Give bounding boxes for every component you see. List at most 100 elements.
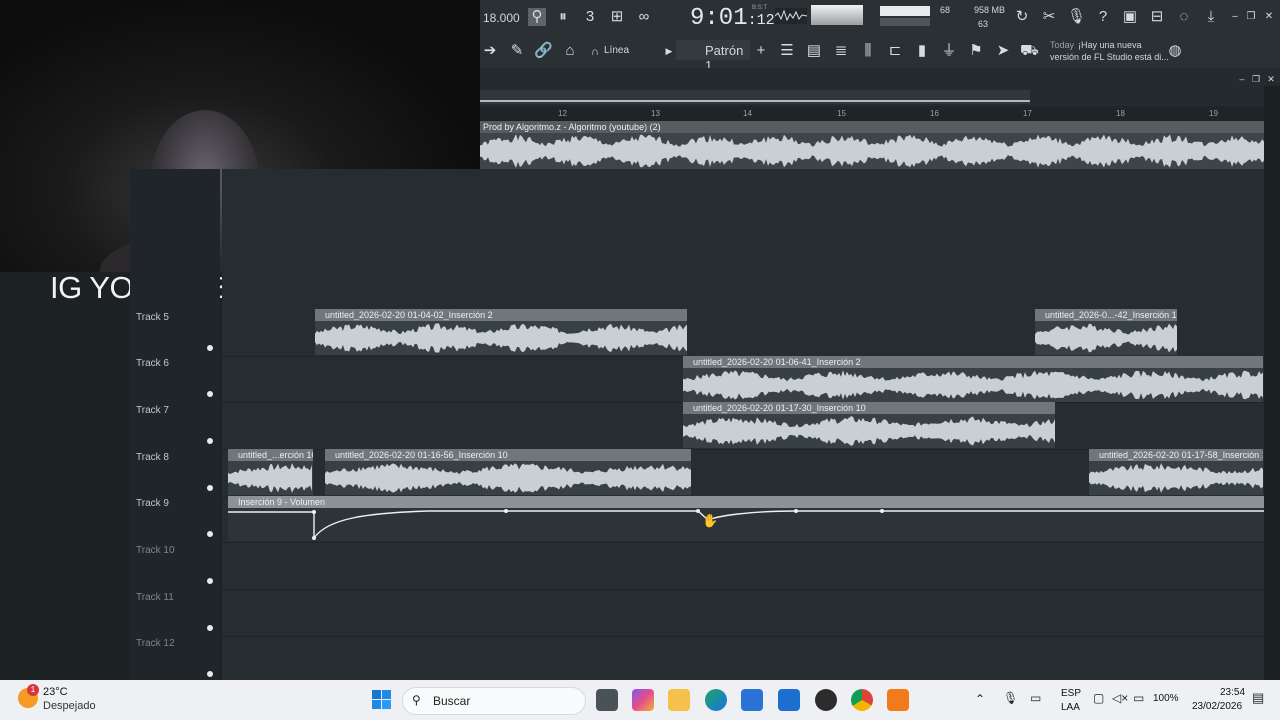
edge-icon[interactable]	[705, 689, 727, 711]
snap-mode[interactable]: Línea	[604, 45, 629, 56]
waveform	[1035, 323, 1177, 353]
timeline-ruler[interactable]: 12 13 14 15 16 17 18 19	[480, 106, 1264, 120]
audio-clip[interactable]: untitled_2026-0...-42_Inserción 10	[1035, 309, 1177, 355]
audio-clip[interactable]: untitled_2026-02-20 01-06-41_Inserción 2	[683, 356, 1263, 402]
audio-clip[interactable]: untitled_2026-02-20 01-17-58_Inserción 1…	[1089, 449, 1263, 495]
step-edit-icon[interactable]: ⊞	[608, 8, 626, 26]
project-icon[interactable]: ▮	[913, 42, 931, 60]
track-led[interactable]	[207, 578, 213, 584]
track-label[interactable]: Track 6	[136, 358, 169, 369]
microphone-icon[interactable]: 🎙	[1067, 8, 1086, 26]
battery-icon[interactable]: ▭	[1133, 691, 1144, 705]
restore-icon[interactable]: ❐	[1242, 8, 1260, 26]
clip-header: untitled_...erción 10	[228, 449, 313, 461]
track-label[interactable]: Track 11	[136, 592, 174, 603]
file-explorer-icon[interactable]	[668, 689, 690, 711]
weather-temp[interactable]: 23°C	[43, 686, 68, 698]
track-lane[interactable]	[222, 636, 1264, 683]
automation-curve[interactable]	[228, 508, 1264, 541]
track-lane[interactable]	[222, 543, 1264, 590]
playlist-icon[interactable]: ☰	[778, 42, 796, 60]
tray-display-icon[interactable]: ▭	[1030, 691, 1041, 705]
touch-icon[interactable]: ➤	[994, 42, 1012, 60]
track-label[interactable]: Track 9	[136, 498, 169, 509]
audio-clip-master[interactable]: Prod by Algoritmo.z - Algoritmo (youtube…	[480, 121, 1264, 169]
notification-icon[interactable]: ▤	[1252, 690, 1264, 706]
help-icon[interactable]: ?	[1094, 8, 1112, 26]
wait-input-icon[interactable]: ⏸	[554, 8, 572, 26]
clip-label: untitled_...erción 10	[238, 450, 313, 460]
globe-icon[interactable]: ◍	[1166, 42, 1184, 60]
metronome-icon[interactable]: ⚲	[528, 8, 546, 26]
chat-icon[interactable]: ◌	[1175, 8, 1193, 26]
track-led[interactable]	[207, 531, 213, 537]
countdown-icon[interactable]: 3	[581, 8, 599, 26]
store-icon[interactable]	[741, 689, 763, 711]
outlook-icon[interactable]	[778, 689, 800, 711]
pattern-selector[interactable]: Patrón 1	[676, 40, 750, 73]
vertical-scrollbar[interactable]	[1264, 86, 1280, 680]
channel-rack-icon[interactable]: ≣	[832, 42, 850, 60]
track-led[interactable]	[207, 485, 213, 491]
tray-chevron-icon[interactable]: ⌃	[975, 692, 985, 706]
audio-clip[interactable]: untitled_2026-02-20 01-17-30_Inserción 1…	[683, 402, 1055, 448]
clip-label: untitled_2026-02-20 01-16-56_Inserción 1…	[335, 450, 508, 460]
clip-label: untitled_2026-0...-42_Inserción 10	[1045, 310, 1177, 320]
track-led[interactable]	[207, 345, 213, 351]
waveform	[683, 370, 1263, 400]
piano-roll-icon[interactable]: ▤	[805, 42, 823, 60]
poly-bar	[880, 18, 930, 26]
track-led[interactable]	[207, 438, 213, 444]
playlist-overview[interactable]	[480, 90, 1030, 104]
track-lane[interactable]	[222, 590, 1264, 637]
play-arrow-icon[interactable]: ➔	[481, 42, 499, 60]
network-icon[interactable]: ▢	[1093, 691, 1104, 705]
openai-icon[interactable]	[815, 689, 837, 711]
add-pattern-icon[interactable]: +	[752, 42, 770, 60]
mixer-icon[interactable]: ⫼	[859, 42, 877, 60]
tray-mic-icon[interactable]: 🎙	[1003, 691, 1018, 705]
cart-icon[interactable]: ⛟	[1020, 42, 1039, 60]
download-icon[interactable]: ⤓	[1202, 8, 1220, 26]
cut-icon[interactable]: ✂	[1040, 8, 1058, 26]
automation-clip[interactable]: Inserción 9 - Volumen	[228, 496, 1264, 541]
clock-date[interactable]: 23/02/2026	[1192, 701, 1242, 712]
track-led[interactable]	[207, 625, 213, 631]
audio-clip[interactable]: untitled_2026-02-20 01-16-56_Inserción 1…	[325, 449, 691, 495]
track-label[interactable]: Track 10	[136, 545, 175, 556]
news-line-1[interactable]: ¡Hay una nueva	[1078, 40, 1142, 50]
track-label[interactable]: Track 8	[136, 452, 169, 463]
brush-icon[interactable]: ✎	[508, 42, 526, 60]
tuner-icon[interactable]: ⚑	[967, 42, 985, 60]
fl-studio-icon[interactable]	[887, 689, 909, 711]
volume-icon[interactable]: ◁×	[1112, 691, 1128, 705]
stamp-icon[interactable]: ⌂	[561, 42, 579, 60]
undo-icon[interactable]: ↻	[1013, 8, 1031, 26]
audio-clip[interactable]: untitled_...erción 10	[228, 449, 313, 495]
tempo-display[interactable]: 18.000	[483, 11, 520, 25]
language-layout[interactable]: LAA	[1061, 702, 1080, 713]
loop-record-icon[interactable]: ∞	[635, 8, 653, 26]
save-icon[interactable]: ▣	[1121, 8, 1139, 26]
plugin-icon[interactable]: ⏚	[940, 42, 958, 60]
language-code[interactable]: ESP	[1061, 688, 1081, 699]
start-button[interactable]	[372, 690, 391, 709]
browser-icon[interactable]: ⊏	[886, 42, 904, 60]
track-led[interactable]	[207, 671, 213, 677]
chrome-icon[interactable]	[851, 689, 873, 711]
track-label[interactable]: Track 5	[136, 312, 169, 323]
taskbar-search[interactable]: ⚲ Buscar	[402, 687, 586, 715]
close-icon[interactable]: ✕	[1260, 8, 1278, 26]
news-line-2[interactable]: versión de FL Studio está di...	[1050, 52, 1169, 62]
track-label[interactable]: Track 7	[136, 405, 169, 416]
link-icon[interactable]: 🔗	[534, 42, 553, 60]
magnet-icon[interactable]: ∩	[586, 43, 604, 61]
clock-time[interactable]: 23:54	[1220, 687, 1245, 698]
weather-desc[interactable]: Despejado	[43, 700, 96, 712]
track-led[interactable]	[207, 391, 213, 397]
audio-clip[interactable]: untitled_2026-02-20 01-04-02_Inserción 2	[315, 309, 687, 355]
track-label[interactable]: Track 12	[136, 638, 175, 649]
copilot-icon[interactable]	[632, 689, 654, 711]
task-view-icon[interactable]	[596, 689, 618, 711]
export-icon[interactable]: ⊟	[1148, 8, 1166, 26]
